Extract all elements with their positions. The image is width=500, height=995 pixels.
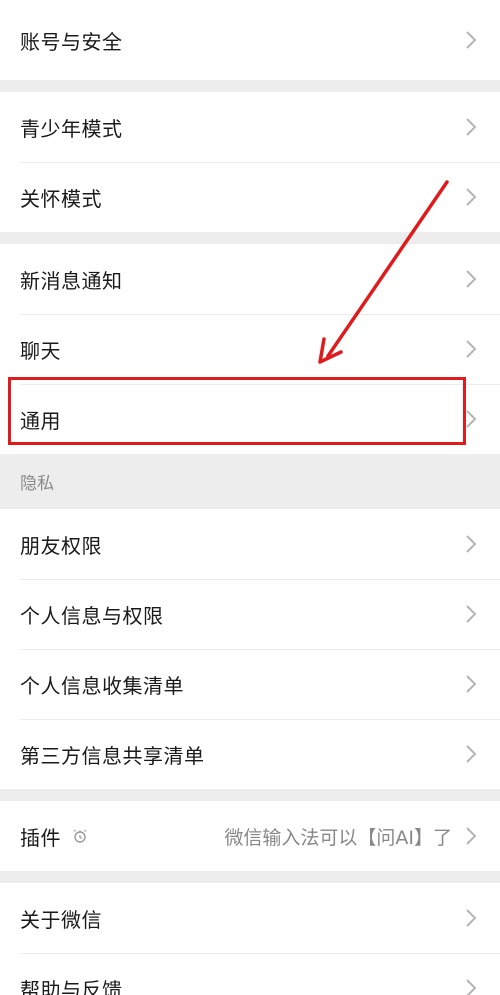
settings-item-new-message-notify[interactable]: 新消息通知 [0, 244, 500, 314]
group-modes: 青少年模式 关怀模式 [0, 92, 500, 232]
chevron-right-icon [466, 340, 477, 358]
settings-item-label: 通用 [20, 408, 61, 433]
settings-item-care-mode[interactable]: 关怀模式 [0, 162, 500, 232]
chevron-right-icon [466, 909, 477, 927]
settings-item-label: 关怀模式 [20, 186, 102, 211]
settings-item-label: 青少年模式 [20, 116, 123, 141]
chevron-right-icon [466, 31, 477, 49]
settings-item-label: 第三方信息共享清单 [20, 743, 205, 768]
settings-item-personal-info-permissions[interactable]: 个人信息与权限 [0, 579, 500, 649]
settings-item-label: 帮助与反馈 [20, 977, 123, 995]
group-account: 账号与安全 [0, 0, 500, 80]
chevron-right-icon [466, 979, 477, 995]
settings-item-label: 插件 [20, 825, 61, 850]
settings-item-label: 关于微信 [20, 907, 102, 932]
settings-item-chat[interactable]: 聊天 [0, 314, 500, 384]
settings-item-plugins[interactable]: 插件 微信输入法可以【问AI】了 [0, 801, 500, 871]
section-header-privacy: 隐私 [0, 454, 500, 509]
settings-item-personal-info-collection[interactable]: 个人信息收集清单 [0, 649, 500, 719]
settings-item-label: 个人信息收集清单 [20, 673, 184, 698]
settings-item-label: 个人信息与权限 [20, 603, 164, 628]
settings-screen: 账号与安全 青少年模式 关怀模式 新消息通知 聊天 通用 隐私 朋友权限 个人信… [0, 0, 500, 995]
group-about: 关于微信 帮助与反馈 [0, 883, 500, 995]
group-divider [0, 789, 500, 801]
chevron-right-icon [466, 270, 477, 288]
settings-item-friend-permissions[interactable]: 朋友权限 [0, 509, 500, 579]
chevron-right-icon [466, 188, 477, 206]
bell-icon [73, 829, 87, 843]
settings-item-label: 新消息通知 [20, 268, 123, 293]
chevron-right-icon [466, 675, 477, 693]
settings-item-label: 聊天 [20, 338, 61, 363]
group-divider [0, 80, 500, 92]
group-divider [0, 871, 500, 883]
chevron-right-icon [466, 410, 477, 428]
chevron-right-icon [466, 118, 477, 136]
chevron-right-icon [466, 827, 477, 845]
chevron-right-icon [466, 605, 477, 623]
settings-item-label: 朋友权限 [20, 533, 102, 558]
group-divider [0, 232, 500, 244]
chevron-right-icon [466, 745, 477, 763]
group-messages: 新消息通知 聊天 通用 [0, 244, 500, 454]
settings-item-teen-mode[interactable]: 青少年模式 [0, 92, 500, 162]
plugins-value: 微信输入法可以【问AI】了 [224, 826, 452, 849]
settings-item-about-wechat[interactable]: 关于微信 [0, 883, 500, 953]
group-privacy: 朋友权限 个人信息与权限 个人信息收集清单 第三方信息共享清单 [0, 509, 500, 789]
chevron-right-icon [466, 535, 477, 553]
settings-item-label: 账号与安全 [20, 29, 123, 54]
settings-item-general[interactable]: 通用 [0, 384, 500, 454]
settings-item-help-feedback[interactable]: 帮助与反馈 [0, 953, 500, 995]
settings-item-account-security[interactable]: 账号与安全 [0, 0, 500, 80]
settings-item-third-party-share[interactable]: 第三方信息共享清单 [0, 719, 500, 789]
group-plugins: 插件 微信输入法可以【问AI】了 [0, 801, 500, 871]
